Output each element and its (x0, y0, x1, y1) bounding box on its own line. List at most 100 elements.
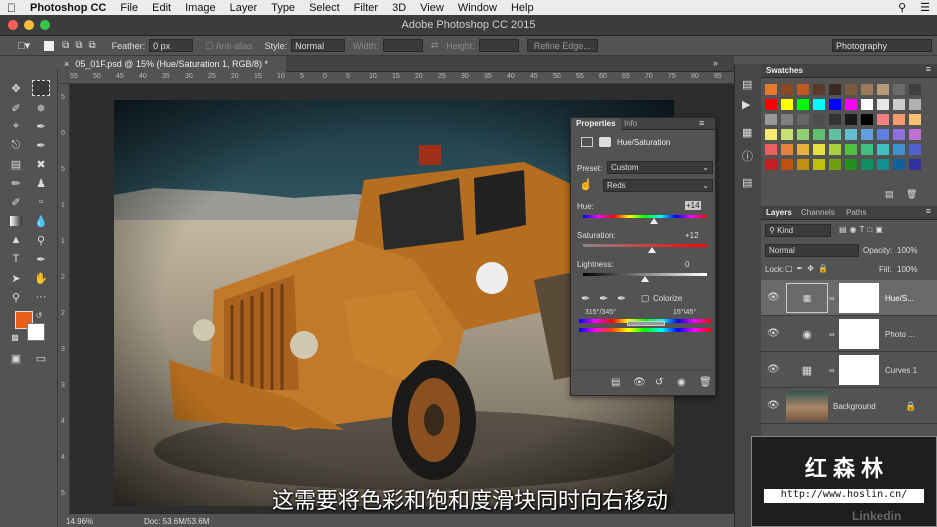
sharpen-tool-icon[interactable]: ▲ (7, 232, 25, 248)
color-swatch[interactable] (797, 99, 809, 110)
eyedropper-minus-icon[interactable]: ✒ (617, 292, 626, 305)
color-swatch[interactable] (781, 84, 793, 95)
color-swatch[interactable] (861, 84, 873, 95)
menu-filter[interactable]: Filter (347, 2, 385, 14)
eye-icon[interactable]: 👁 (767, 364, 780, 375)
clip-to-layer-icon[interactable]: ▤ (611, 377, 620, 388)
color-swatch[interactable] (829, 114, 841, 125)
channel-select[interactable]: Reds ⌄ (603, 179, 713, 192)
panel-menu-icon[interactable]: ≡ (699, 118, 704, 128)
reset-icon[interactable]: ↺ (655, 377, 663, 388)
menu-view[interactable]: View (413, 2, 451, 14)
subtract-selection-icon[interactable]: ⧉ (75, 40, 82, 51)
color-swatch[interactable] (893, 159, 905, 170)
adjustments-icon[interactable]: ▦ (742, 126, 752, 139)
hand-tool-icon[interactable]: ✋ (32, 270, 50, 286)
refine-edge-button[interactable]: Refine Edge... (526, 39, 598, 52)
color-swatch[interactable] (813, 129, 825, 140)
saturation-slider-track[interactable] (583, 244, 707, 247)
default-colors-icon[interactable]: ▩ (10, 332, 20, 342)
color-swatch[interactable] (813, 84, 825, 95)
intersect-selection-icon[interactable]: ⧉ (88, 40, 95, 51)
color-swatch[interactable] (765, 84, 777, 95)
search-icon[interactable]: ⚲ (891, 1, 913, 14)
zoom-level[interactable]: 14.96% (66, 517, 93, 526)
clone-stamp-icon[interactable]: ♟ (32, 175, 50, 191)
pen-tool-icon[interactable]: ✒ (32, 251, 50, 267)
actions-play-icon[interactable]: ▶ (742, 98, 750, 111)
marquee-tool-icon[interactable] (32, 80, 50, 96)
color-swatch[interactable] (861, 114, 873, 125)
style-select[interactable]: Normal (291, 39, 346, 52)
color-swatch[interactable] (877, 114, 889, 125)
menu-help[interactable]: Help (504, 2, 541, 14)
lock-icons[interactable]: ▢✒✥🔒 (785, 264, 832, 273)
hue-slider-thumb[interactable] (649, 218, 658, 224)
app-menu[interactable]: Photoshop CC (23, 2, 113, 14)
color-swatch[interactable] (829, 144, 841, 155)
color-swatch[interactable] (829, 159, 841, 170)
delete-icon[interactable]: 🗑 (699, 377, 712, 388)
panel-menu-icon[interactable]: » (713, 58, 718, 68)
color-swatch[interactable] (781, 114, 793, 125)
tab-layers[interactable]: Layers (766, 208, 792, 217)
colorize-checkbox[interactable]: ▢ (641, 293, 650, 304)
opacity-value[interactable]: 100% (897, 246, 917, 255)
color-swatch[interactable] (893, 129, 905, 140)
color-swatch[interactable] (797, 114, 809, 125)
color-swatch[interactable] (909, 144, 921, 155)
color-swatch[interactable] (781, 159, 793, 170)
list-icon[interactable]: ☰ (913, 1, 937, 14)
lightness-slider-thumb[interactable] (641, 276, 649, 282)
move-tool-icon[interactable]: ✥ (7, 80, 25, 96)
layer-row[interactable]: 👁 ◉ ∞ Photo ... (761, 316, 937, 352)
color-swatch[interactable] (909, 99, 921, 110)
antialias-checkbox[interactable]: ▢ (205, 40, 214, 51)
color-swatch[interactable] (829, 84, 841, 95)
info-icon[interactable]: ⓘ (742, 148, 753, 164)
color-swatch[interactable] (861, 99, 873, 110)
healing-brush-icon[interactable]: ⎋ (7, 137, 25, 153)
color-swatch[interactable] (813, 159, 825, 170)
document-tab[interactable]: × 05_01F.psd @ 15% (Hue/Saturation 1, RGB… (58, 56, 286, 72)
menu-window[interactable]: Window (451, 2, 504, 14)
color-swatch[interactable] (813, 144, 825, 155)
swap-dimensions-icon[interactable]: ⇄ (431, 40, 439, 51)
color-swatch[interactable] (797, 159, 809, 170)
color-swatch[interactable] (845, 114, 857, 125)
color-swatch[interactable] (845, 159, 857, 170)
range-slider[interactable] (627, 321, 665, 326)
layer-row[interactable]: 👁 ▦ ∞ Curves 1 (761, 352, 937, 388)
color-swatch[interactable] (845, 144, 857, 155)
color-swatch[interactable] (845, 99, 857, 110)
type-tool-icon[interactable]: T (7, 251, 25, 267)
layer-row[interactable]: 👁 ▦ ∞ Hue/S... (761, 280, 937, 316)
eraser-tool-icon[interactable]: ▫ (32, 194, 50, 210)
blur-tool-icon[interactable]: 💧 (32, 213, 50, 229)
new-selection-icon[interactable] (44, 40, 55, 51)
color-swatch[interactable] (893, 84, 905, 95)
height-input[interactable] (478, 39, 519, 52)
gradient-tool-icon[interactable] (7, 213, 25, 229)
panel-menu-icon[interactable]: ≡ (926, 64, 931, 74)
new-swatch-icon[interactable]: ▤ (885, 189, 894, 200)
filter-icons[interactable]: ▤◉T□▣ (839, 225, 886, 234)
color-swatch[interactable] (797, 129, 809, 140)
color-swatch[interactable] (765, 99, 777, 110)
color-swatch[interactable] (909, 129, 921, 140)
color-swatch[interactable] (909, 84, 921, 95)
styles-icon[interactable]: ▤ (742, 176, 752, 189)
blend-mode-select[interactable]: Normal (765, 244, 859, 257)
view-previous-icon[interactable]: 👁 (633, 377, 646, 388)
tab-info[interactable]: Info (624, 119, 637, 128)
color-swatch[interactable] (765, 144, 777, 155)
color-swatch[interactable] (877, 129, 889, 140)
history-brush-icon[interactable]: ✖ (32, 156, 50, 172)
menu-type[interactable]: Type (264, 2, 302, 14)
color-swatch[interactable] (893, 99, 905, 110)
menu-file[interactable]: File (113, 2, 145, 14)
width-input[interactable] (382, 39, 423, 52)
color-swatch[interactable] (877, 84, 889, 95)
feather-input[interactable]: 0 px (149, 39, 194, 52)
hue-value[interactable]: +14 (685, 201, 701, 210)
